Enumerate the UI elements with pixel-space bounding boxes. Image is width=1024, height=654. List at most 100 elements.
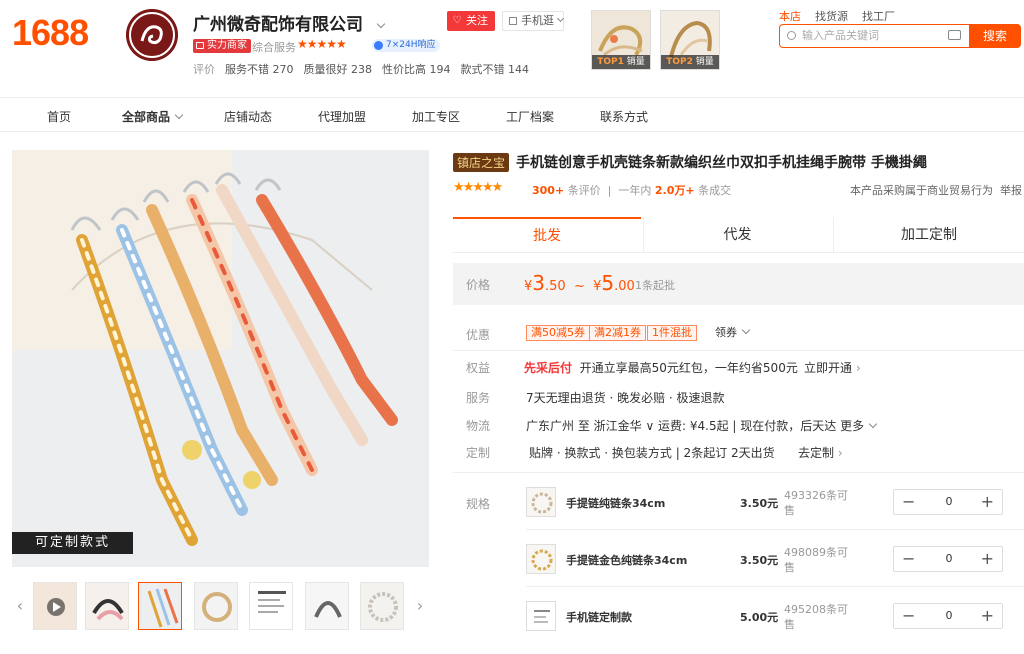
product-title: 手机链创意手机壳链条新款编织丝巾双扣手机挂绳手腕带 手機掛繩 [516,155,927,171]
product-photo [12,150,429,567]
sku-price: 3.50元 [740,497,779,510]
gallery-thumbnail[interactable] [33,582,77,630]
mobile-browse-button[interactable]: 手机逛 [502,11,565,31]
sku-stock: 495208条可售 [784,603,848,631]
thumbnail-image [86,583,128,629]
rating-item: 服务不错 270 [225,63,294,76]
rating-item: 款式不错 144 [460,63,530,76]
coupon-badge[interactable]: 满2减1券 [589,325,646,341]
nav-shop-news[interactable]: 店铺动态 [224,108,272,125]
chain-image [531,492,553,514]
gallery-thumbnail[interactable] [194,582,238,630]
plus-icon[interactable]: + [981,550,994,568]
chevron-right-icon[interactable]: › [414,592,426,620]
divider [453,350,1024,351]
report-link[interactable]: 举报 [1000,182,1022,198]
gallery-thumbnail-selected[interactable] [138,582,182,630]
thumbnail-image [306,583,348,629]
camera-icon[interactable] [948,30,961,40]
quantity-input[interactable]: 0 [934,495,964,508]
coupon-badge[interactable]: 1件混批 [647,325,697,341]
sku-name: 手提链纯链条34cm [566,497,666,510]
shop-avatar[interactable] [126,9,178,61]
nav-factory-profile[interactable]: 工厂档案 [506,108,554,125]
gallery-thumbnail[interactable] [85,582,129,630]
thumbnail-image [139,583,181,629]
nav-home[interactable]: 首页 [47,108,71,125]
site-logo[interactable]: 1688 [12,12,89,54]
gallery-thumbnail[interactable] [305,582,349,630]
tab-custom-processing[interactable]: 加工定制 [833,217,1024,253]
min-order: 1条起批 [635,279,675,292]
discount-label: 优惠 [466,328,491,342]
customize-info: 贴牌 · 换款式 · 换包装方式 | 2条起订 2天出货 [529,446,775,460]
trade-note: 本产品采购属于商业贸易行为 [850,184,993,197]
chevron-left-icon[interactable]: ‹ [14,592,26,620]
logistics-info[interactable]: 广东广州 至 浙江金华 ∨ 运费: ¥4.5起 | 现在付款，后天达 更多 [526,417,878,434]
search-button[interactable]: 搜索 [969,24,1021,48]
sku-price: 5.00元 [740,611,779,624]
gallery-thumbnail[interactable] [249,582,293,630]
heart-icon: ♡ [452,15,462,26]
price-range: ¥3.50 ~ ¥5.00 [524,271,635,295]
search-input[interactable]: 输入产品关键词 [779,24,969,48]
service-info: 7天无理由退货 · 晚发必赔 · 极速退款 [526,391,725,405]
search-scope-tabs: 本店 找货源 找工厂 [779,8,895,24]
coupon-badge[interactable]: 满50减5券 [526,325,590,341]
chain-image [531,549,553,571]
minus-icon[interactable]: − [902,550,915,568]
minus-icon[interactable]: − [902,607,915,625]
main-product-image[interactable] [12,150,429,567]
shop-nav: 首页 全部商品 店铺动态 代理加盟 加工专区 工厂档案 联系方式 [0,97,1024,132]
divider [453,472,1024,473]
plus-icon[interactable]: + [981,493,994,511]
sku-price: 3.50元 [740,554,779,567]
shop-name[interactable]: 广州微奇配饰有限公司 [193,10,363,35]
divider [526,586,1024,587]
divider [526,529,1024,530]
chevron-down-icon[interactable] [372,19,386,33]
shop-ratings: 评价 服务不错 270 质量很好 238 性价比高 194 款式不错 144 [193,61,529,77]
sku-image[interactable] [526,487,556,517]
sku-stock: 498089条可售 [784,546,848,574]
product-rating-stars: ★★★★★ [453,180,503,195]
rating-item: 性价比高 194 [382,63,451,76]
sku-image[interactable] [526,601,556,631]
sku-stock: 493326条可售 [784,489,848,517]
sku-image[interactable] [526,544,556,574]
tab-dropship[interactable]: 代发 [643,217,831,253]
nav-contact[interactable]: 联系方式 [600,108,648,125]
thumbnail-image [195,583,237,629]
quantity-input[interactable]: 0 [934,609,964,622]
tab-wholesale[interactable]: 批发 [453,217,641,253]
plus-icon[interactable]: + [981,607,994,625]
top-sales-tag: TOP1 销量 [592,55,650,69]
get-coupon-link[interactable]: 领券 [715,324,751,340]
top-sales-tag: TOP2 销量 [661,55,719,69]
purchase-tabs: 批发 代发 加工定制 [453,217,1024,253]
nav-all-products[interactable]: 全部商品 [122,108,184,125]
rating-item: 质量很好 238 [303,63,373,76]
product-stats[interactable]: 300+ 条评价 | 一年内 2.0万+ 条成交 [532,182,731,198]
search-tab-factory[interactable]: 找工厂 [862,8,895,24]
top-product-1[interactable]: TOP1 销量 [591,10,651,70]
customize-label: 定制 [466,446,491,460]
nav-processing[interactable]: 加工专区 [412,108,460,125]
search-tab-source[interactable]: 找货源 [815,8,848,24]
activate-link[interactable]: 立即开通 › [804,359,861,376]
quantity-stepper: − 0 + [893,546,1003,572]
chevron-down-icon [174,110,184,120]
follow-button[interactable]: ♡ 关注 [447,11,495,31]
minus-icon[interactable]: − [902,493,915,511]
custom-style-label: 可定制款式 [12,532,133,554]
shop-icon [196,42,204,49]
thumbnail-image [361,583,403,629]
nav-franchise[interactable]: 代理加盟 [318,108,366,125]
go-customize-link[interactable]: 去定制 › [798,444,843,461]
top-product-2[interactable]: TOP2 销量 [660,10,720,70]
service-stars: ★★★★★ [297,37,347,51]
search-tab-store[interactable]: 本店 [779,8,801,24]
clock-icon [374,41,383,50]
gallery-thumbnail[interactable] [360,582,404,630]
quantity-input[interactable]: 0 [934,552,964,565]
